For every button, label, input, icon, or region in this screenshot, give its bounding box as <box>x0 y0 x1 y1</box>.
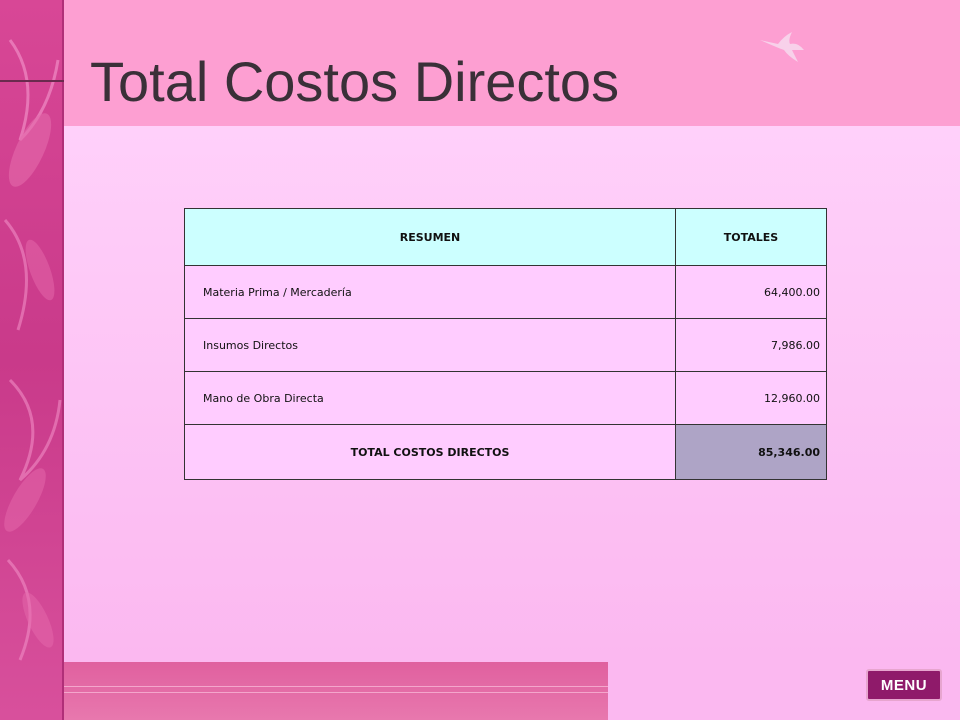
menu-button[interactable]: MENU <box>866 669 942 701</box>
row-label: Materia Prima / Mercadería <box>184 265 676 319</box>
page-title: Total Costos Directos <box>90 50 620 113</box>
table-row: Insumos Directos 7,986.00 <box>184 318 827 372</box>
summary-table: RESUMEN TOTALES Materia Prima / Mercader… <box>184 208 827 480</box>
decorative-footer-band <box>64 662 608 720</box>
row-value: 12,960.00 <box>675 371 827 425</box>
decorative-side-strip <box>0 0 64 720</box>
row-label: Mano de Obra Directa <box>184 371 676 425</box>
column-header-totales: TOTALES <box>675 208 827 266</box>
table-header-row: RESUMEN TOTALES <box>184 208 827 266</box>
footer-line <box>64 686 608 687</box>
table-row: Mano de Obra Directa 12,960.00 <box>184 371 827 425</box>
total-value: 85,346.00 <box>675 424 827 480</box>
table-total-row: TOTAL COSTOS DIRECTOS 85,346.00 <box>184 424 827 480</box>
total-label: TOTAL COSTOS DIRECTOS <box>184 424 676 480</box>
feather-pattern-icon <box>3 39 62 661</box>
row-label: Insumos Directos <box>184 318 676 372</box>
table-row: Materia Prima / Mercadería 64,400.00 <box>184 265 827 319</box>
header-horizontal-rule <box>0 80 64 82</box>
footer-line <box>64 692 608 693</box>
column-header-resumen: RESUMEN <box>184 208 676 266</box>
row-value: 64,400.00 <box>675 265 827 319</box>
hummingbird-icon <box>760 32 804 62</box>
row-value: 7,986.00 <box>675 318 827 372</box>
